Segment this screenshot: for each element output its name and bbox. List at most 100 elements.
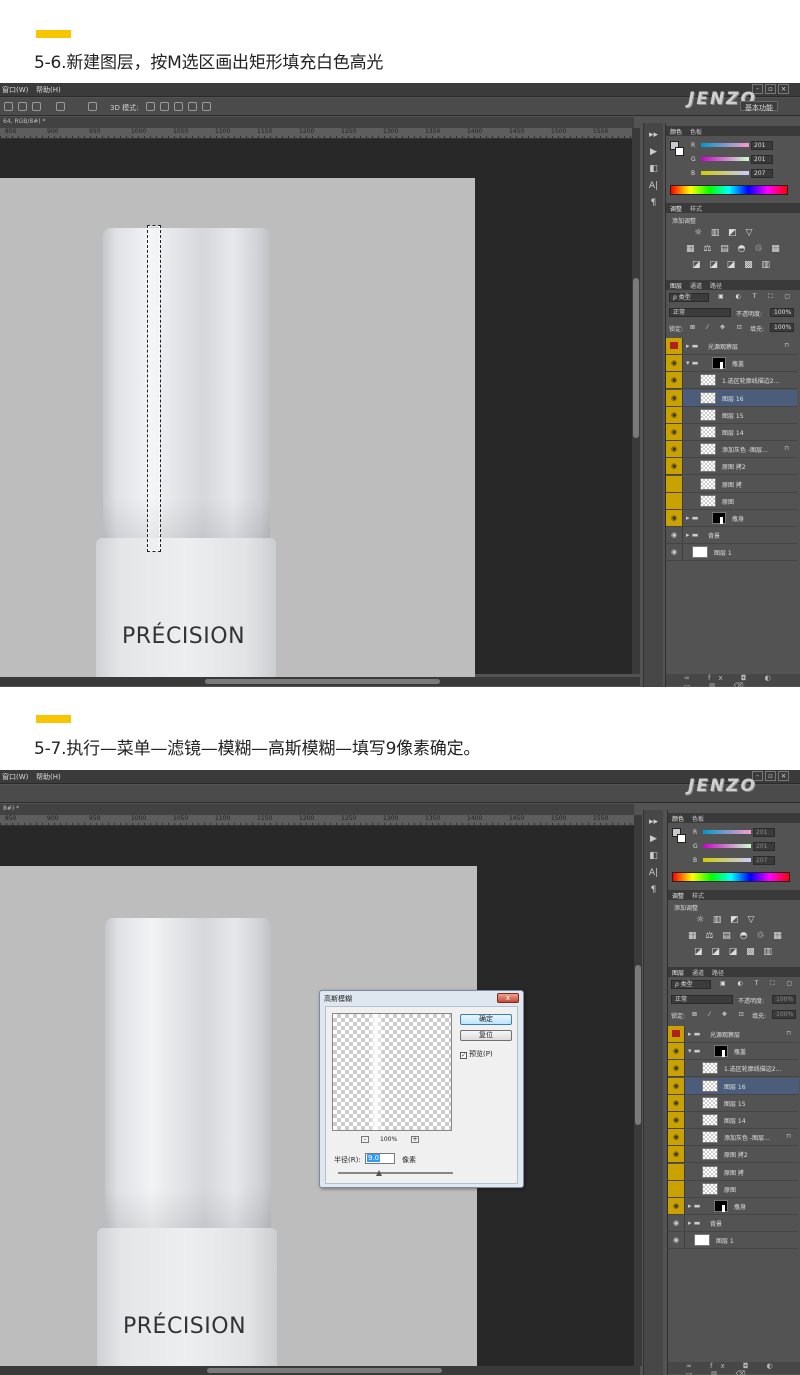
layer-row[interactable]: ◉ ▾ ▬ 瓶盖 [666,355,797,373]
layer-thumbnail[interactable] [702,1079,718,1092]
visibility-eye-icon[interactable]: ◉ [666,527,683,544]
layers-footer[interactable]: ∞ fx ◘ ◐ ▭ ▥ ⌫ [668,1362,800,1375]
layer-row[interactable]: ◉ 1.选区轮廓线描边2... [668,1060,799,1078]
radius-slider-track[interactable] [338,1172,453,1174]
visibility-eye-icon[interactable]: ◉ [666,424,683,440]
distribute-icon[interactable] [88,102,97,111]
tab-layers[interactable]: 图层 [672,968,684,977]
g-value[interactable]: 201 [751,155,773,164]
preview-checkbox[interactable]: ✓ 预览(P) [460,1049,493,1059]
adjustment-icons-row[interactable]: ☼ ▥ ◩ ▽ [694,228,756,238]
visibility-eye-icon[interactable]: ◉ [668,1129,685,1146]
layer-thumbnail[interactable] [702,1131,718,1144]
document-canvas[interactable]: PRÉCISION [0,178,475,678]
layer-thumbnail[interactable] [702,1148,718,1161]
visibility-eye-icon[interactable]: ◉ [666,458,683,475]
layer-row[interactable]: ◉ ▸ ▬ 背景 [668,1215,799,1233]
layer-row[interactable]: ◉ 图层 15 [666,406,797,424]
layer-row[interactable]: ◉ 图层 1 [668,1232,799,1250]
tab-paths[interactable]: 路径 [710,281,722,290]
b-value[interactable]: 207 [751,169,773,178]
menu-window[interactable]: 窗口(W) [2,772,28,782]
visibility-eye-icon[interactable]: ◉ [668,1198,685,1214]
layer-thumbnail[interactable] [702,1114,718,1126]
green-slider[interactable]: G 201 [666,155,800,165]
filter-icons[interactable]: ▣ ◐ T ⛶ ▢ [718,293,795,301]
layer-row[interactable]: ◉ 1.选区轮廓线描边2... [666,372,797,390]
folder-icon[interactable]: ▸ ▬ [686,531,698,539]
color-spectrum[interactable] [670,185,788,195]
visibility-eye-icon[interactable]: ◉ [668,1146,685,1163]
visibility-eye-icon[interactable]: ◉ [666,355,683,372]
visibility-eye-icon[interactable] [668,1180,685,1197]
layer-row[interactable]: ◉ ▸ ▬ 瓶身 [666,510,797,527]
folder-icon[interactable]: ▸ ▬ [686,342,698,350]
zoom-in-button[interactable]: + [411,1136,419,1143]
mask-thumbnail[interactable] [712,512,726,524]
green-bar[interactable] [703,844,751,848]
mask-thumbnail[interactable] [714,1045,728,1058]
3d-rotate-icon[interactable] [146,102,155,111]
3d-slide-icon[interactable] [188,102,197,111]
adjustment-icons-row[interactable]: ▦ ⚖ ▤ ◓ ♲ ▦ [686,244,783,254]
3d-roll-icon[interactable] [160,102,169,111]
r-value[interactable]: 201 [753,828,775,837]
layer-thumbnail[interactable] [694,1234,710,1247]
layer-thumbnail[interactable] [702,1062,718,1075]
expand-icon[interactable]: ▸▸ [644,817,663,827]
radius-input[interactable]: 9.0 [365,1153,395,1164]
visibility-eye-icon[interactable]: ◉ [666,389,683,406]
tab-channels[interactable]: 通道 [692,968,704,977]
layer-row[interactable]: 原图 [666,492,797,510]
layer-row[interactable]: ◉ 添加灰色 -图层... ⊓ [666,441,797,459]
mask-thumbnail[interactable] [714,1200,728,1212]
blur-preview[interactable] [332,1013,452,1131]
mask-thumbnail[interactable] [712,357,726,370]
adjustment-icons-row[interactable]: ◪ ◪ ◪ ▩ ▥ [694,947,775,957]
paragraph-icon[interactable]: ¶ [644,885,663,895]
layer-row[interactable]: ◉ 图层 16 [668,1077,799,1095]
layer-thumbnail[interactable] [700,391,716,404]
layer-kind-filter[interactable]: ρ 类型 [669,293,709,302]
layer-row[interactable]: ◉ ▸ ▬ 瓶身 [668,1198,799,1215]
folder-icon[interactable]: ▸ ▬ [688,1030,700,1038]
tab-swatches[interactable]: 色板 [692,814,704,823]
visibility-eye-icon[interactable]: ◉ [668,1094,685,1111]
character-icon[interactable]: A| [644,181,663,191]
folder-icon[interactable]: ▸ ▬ [686,514,698,522]
blend-mode-select[interactable]: 正常 [669,308,731,317]
tab-color[interactable]: 颜色 [672,814,684,823]
layer-thumbnail[interactable] [692,546,708,559]
visibility-eye-icon[interactable]: ◉ [668,1043,685,1060]
expand-icon[interactable]: ▸▸ [644,130,663,140]
layer-row[interactable]: ▸ ▬ 光源观察层 ⊓ [666,338,797,355]
maximize-button[interactable]: ▫ [765,771,776,781]
tab-color[interactable]: 颜色 [670,127,682,136]
visibility-eye-icon[interactable]: ◉ [666,372,683,389]
tab-layers[interactable]: 图层 [670,281,682,290]
visibility-eye-icon[interactable]: ◉ [668,1232,685,1249]
blend-mode-select[interactable]: 正常 [671,995,733,1004]
layer-row[interactable]: ◉ 图层 15 [668,1094,799,1112]
canvas-area[interactable]: PRÉCISION [0,128,640,678]
paragraph-icon[interactable]: ¶ [644,198,663,208]
layer-thumbnail[interactable] [700,460,716,473]
visibility-eye-icon[interactable]: ◉ [666,544,683,561]
color-spectrum[interactable] [672,872,790,882]
opacity-input[interactable]: 100% [770,308,794,317]
layer-row[interactable]: ◉ 图层 14 [668,1112,799,1129]
layer-row[interactable]: ◉ 图层 14 [666,424,797,441]
layer-row[interactable]: ◉ 图层 1 [666,544,797,562]
play-icon[interactable]: ▶ [644,834,663,844]
tab-adjustments[interactable]: 调整 [670,204,682,213]
b-value[interactable]: 207 [753,856,775,865]
blue-slider[interactable]: B 207 [666,169,800,179]
layers-footer[interactable]: ∞ fx ◘ ◐ ▭ ▥ ⌫ [666,674,800,687]
layer-thumbnail[interactable] [702,1096,718,1109]
menu-help[interactable]: 帮助(H) [36,772,61,782]
panel-icon[interactable]: ◧ [644,164,663,174]
layer-thumbnail[interactable] [700,443,716,456]
align-icon[interactable] [4,102,13,111]
fill-input[interactable]: 100% [770,323,794,332]
document-tab[interactable]: 64, RGB/8#) * [0,117,634,128]
